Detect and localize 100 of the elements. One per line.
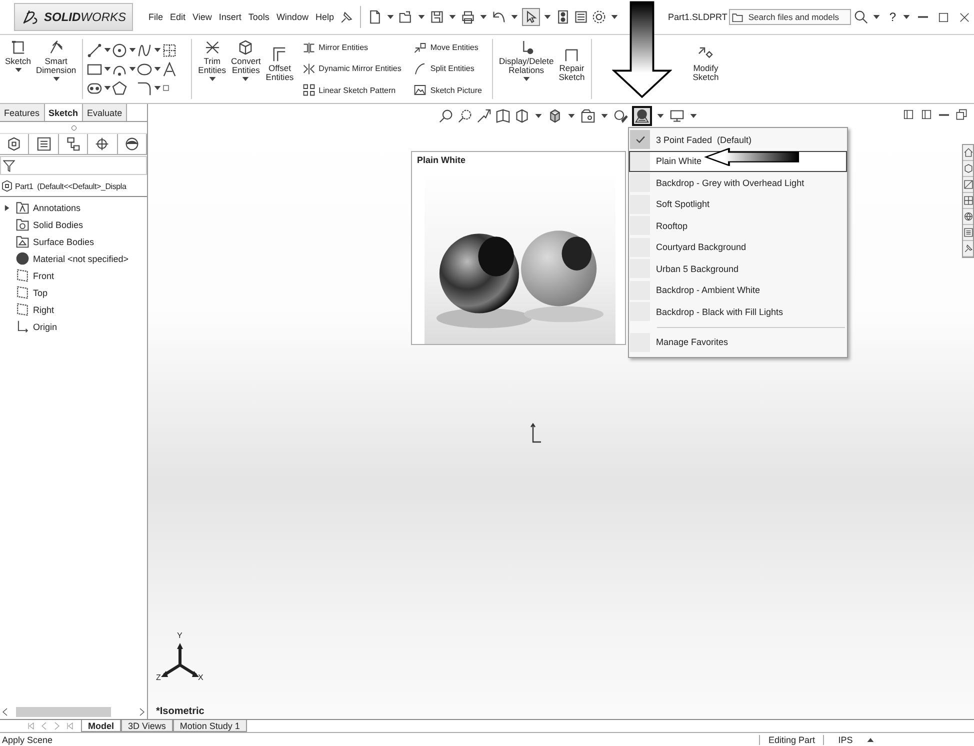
menu-item[interactable]: Soft Spotlight <box>629 194 847 215</box>
grid-icon <box>964 196 972 205</box>
caret-icon <box>52 76 60 81</box>
ribbon-button[interactable]: Display/Delete Relations <box>496 37 556 101</box>
ribbon-button[interactable]: Repair Sketch <box>556 37 587 101</box>
tree-item[interactable]: Surface Bodies <box>0 233 94 250</box>
filter-field[interactable] <box>0 156 147 175</box>
part-icon <box>1 180 13 192</box>
tile-button[interactable] <box>920 108 933 121</box>
ribbon-button[interactable]: Dynamic Mirror Entities <box>302 62 402 75</box>
search-field[interactable]: Search files and models <box>729 9 852 25</box>
file-properties-button[interactable] <box>572 9 589 25</box>
ribbon-button[interactable]: Modify Sketch <box>690 37 721 101</box>
caret-icon <box>601 114 608 118</box>
tab-scroll-button[interactable] <box>26 722 36 730</box>
ribbon-button[interactable]: Convert Entities <box>229 37 263 101</box>
ribbon-button[interactable]: Trim Entities <box>196 37 228 101</box>
menu-item[interactable]: Urban 5 Background <box>629 258 847 280</box>
trim-icon <box>204 40 220 55</box>
axis-label: X <box>198 673 204 682</box>
menu-item[interactable]: Tools <box>244 10 273 24</box>
part-icon <box>7 137 22 151</box>
ribbon-button[interactable]: Sketch Picture <box>414 84 482 96</box>
scrollbar-thumb[interactable] <box>16 707 111 717</box>
help-button[interactable]: ? <box>886 10 899 24</box>
pin-button[interactable] <box>339 10 354 24</box>
tab-scroll-button[interactable] <box>52 722 62 730</box>
view-toolbar-button[interactable] <box>476 108 492 124</box>
caret-icon <box>129 67 136 71</box>
ribbon-button[interactable]: Offset Entities <box>264 37 296 101</box>
minimize-button[interactable] <box>938 112 950 116</box>
menu-item[interactable]: Rooftop <box>629 215 847 236</box>
dynamic-mirror-icon <box>302 62 315 75</box>
caret-icon <box>873 15 880 19</box>
view-toolbar-button[interactable] <box>613 108 629 124</box>
command-tab[interactable]: Evaluate <box>83 104 128 121</box>
scenes-button[interactable] <box>632 106 652 126</box>
model-tab[interactable]: 3D Views <box>121 720 173 732</box>
magnifier-icon <box>439 109 453 123</box>
toolbar-button[interactable] <box>428 9 445 25</box>
menu-item[interactable]: Help <box>312 10 338 24</box>
toolbar-button[interactable] <box>460 9 476 25</box>
pattern-icon <box>302 84 315 96</box>
menu-item[interactable]: Courtyard Background <box>629 236 847 258</box>
nav-first-icon <box>27 722 35 730</box>
menu-item[interactable]: Manage Favorites <box>629 332 847 353</box>
tree-item[interactable]: Front <box>0 267 54 284</box>
repair-icon <box>564 47 580 62</box>
menu-item[interactable]: 3 Point Faded (Default) <box>629 129 847 150</box>
ribbon-button[interactable]: Sketch <box>3 37 33 101</box>
menu-item[interactable]: Backdrop - Black with Fill Lights <box>629 301 847 322</box>
tree-item[interactable]: Annotations <box>0 199 81 216</box>
tree-item[interactable]: Right <box>0 301 54 318</box>
menu-item[interactable]: Window <box>272 10 312 24</box>
offset-icon <box>272 47 288 62</box>
view-toolbar-button[interactable] <box>547 108 563 124</box>
tile-button[interactable] <box>902 108 915 121</box>
task-pane-tab[interactable] <box>963 225 973 241</box>
view-toolbar-button[interactable] <box>438 108 454 124</box>
tab-scroll-button[interactable] <box>39 722 49 730</box>
caret-icon <box>154 86 162 90</box>
view-toolbar-button[interactable] <box>669 108 685 124</box>
tree-item[interactable]: Origin <box>0 318 58 335</box>
tree-item[interactable]: Material <not specified> <box>0 250 129 267</box>
menu-item[interactable]: Backdrop - Ambient White <box>629 280 847 301</box>
menu-item[interactable]: Backdrop - Grey with Overhead Light <box>629 172 847 194</box>
search-button[interactable] <box>853 9 870 25</box>
model-tab[interactable]: Model <box>81 720 121 732</box>
scroll-left-button[interactable] <box>0 708 10 716</box>
tab-scroll-button[interactable] <box>65 722 75 730</box>
ribbon-button[interactable]: Linear Sketch Pattern <box>302 84 402 96</box>
caret-icon <box>418 15 425 19</box>
select-button[interactable] <box>522 8 540 26</box>
ribbon-button[interactable]: Move Entities <box>414 42 482 54</box>
menu-item[interactable]: Insert <box>215 10 245 24</box>
command-tab[interactable]: Features <box>0 104 45 121</box>
menu-item[interactable]: File <box>145 10 167 24</box>
save-icon <box>430 10 444 24</box>
ribbon-button[interactable]: Smart Dimension <box>34 37 78 101</box>
previous-view-icon <box>477 109 491 123</box>
scroll-right-button[interactable] <box>137 708 147 716</box>
plane-icon <box>16 269 29 282</box>
toolbar-button[interactable] <box>490 9 507 25</box>
toolbar-button[interactable] <box>398 9 414 25</box>
tree-item[interactable]: Part1 (Default<<Default>_Displa <box>15 182 126 190</box>
ribbon-button[interactable]: Split Entities <box>414 62 482 75</box>
model-tab[interactable]: Motion Study 1 <box>172 720 247 732</box>
task-pane-tab[interactable] <box>963 177 973 193</box>
restore-button[interactable] <box>955 108 968 121</box>
zoom-area-icon <box>458 109 472 123</box>
ribbon-button[interactable]: Mirror Entities <box>302 42 402 54</box>
tree-item[interactable]: Solid Bodies <box>0 216 84 233</box>
menu-item[interactable]: View <box>189 10 216 24</box>
view-toolbar-button[interactable] <box>457 108 473 124</box>
units-selector[interactable]: IPS <box>823 734 867 744</box>
menu-item[interactable]: Edit <box>166 10 190 24</box>
task-pane-tab[interactable] <box>963 193 973 209</box>
tree-item[interactable]: Top <box>0 284 48 301</box>
spline-icon <box>137 42 152 58</box>
options-button[interactable] <box>590 9 607 25</box>
